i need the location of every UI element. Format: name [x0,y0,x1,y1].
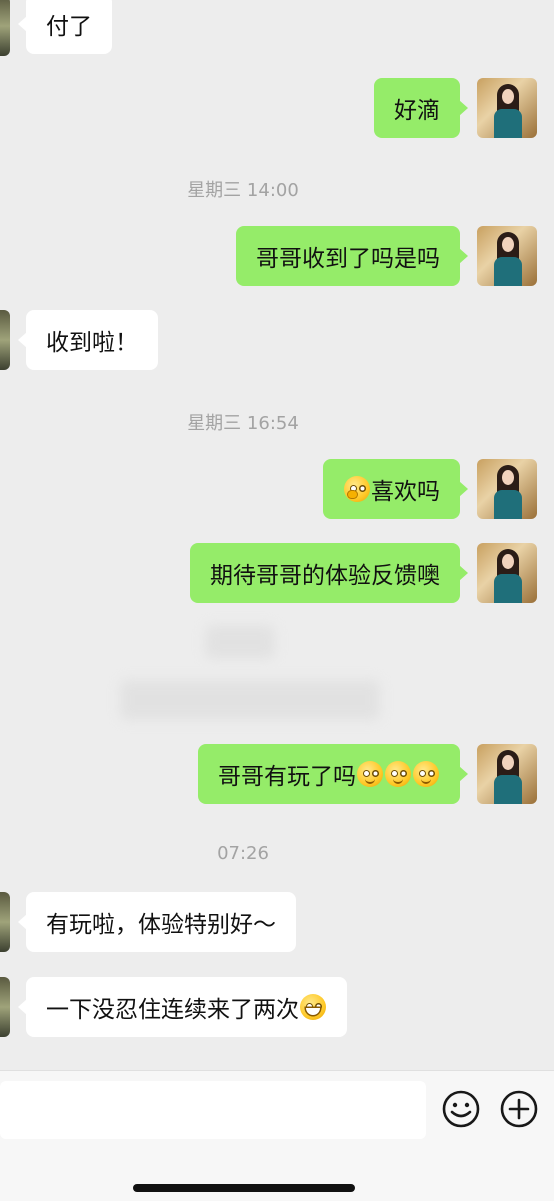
avatar-dress [494,109,522,138]
avatar-face [502,470,514,485]
message-bubble-sent[interactable]: 哥哥有玩了吗 [198,744,468,804]
timestamp: 星期三 14:00 [187,180,299,201]
my-avatar[interactable] [477,78,537,138]
message-text: 付了 [46,14,92,40]
message-bubble-sent[interactable]: 期待哥哥的体验反馈噢 [190,543,468,603]
contact-avatar[interactable] [0,310,10,370]
avatar-dress [494,257,522,286]
message-bubble-sent[interactable]: 喜欢吗 [323,459,468,519]
emoji-button[interactable] [441,1089,481,1129]
contact-avatar[interactable] [0,892,10,952]
avatar-face [502,554,514,569]
message-text: 收到啦！ [46,330,138,356]
grin-emoji-icon [300,994,326,1020]
message-text: 哥哥收到了吗是吗 [256,246,440,272]
message-text: 好滴 [394,98,440,124]
message-text: 一下没忍住连续来了两次 [46,997,299,1023]
contact-avatar[interactable] [0,0,10,56]
message-bubble-sent[interactable]: 哥哥收到了吗是吗 [236,226,468,286]
redacted-area [205,625,275,659]
avatar-dress [494,574,522,603]
smiley-icon [442,1090,480,1128]
avatar-face [502,755,514,770]
message-text: 喜欢吗 [371,479,440,505]
message-bubble-sent[interactable]: 好滴 [374,78,468,138]
my-avatar[interactable] [477,543,537,603]
avatar-dress [494,490,522,519]
message-text: 哥哥有玩了吗 [218,764,356,790]
chat-area[interactable]: 付了 好滴 星期三 14:00 哥哥收到了吗是吗 收到啦！ 星期三 16:54 … [0,0,554,1070]
message-input[interactable] [0,1081,426,1139]
my-avatar[interactable] [477,459,537,519]
timestamp: 07:26 [217,843,269,864]
message-bubble-received[interactable]: 付了 [18,0,112,54]
my-avatar[interactable] [477,226,537,286]
message-text: 有玩啦，体验特别好～ [46,912,276,938]
flushed-emoji-icon [385,761,411,787]
plus-icon [500,1090,538,1128]
input-bar [0,1070,554,1201]
more-button[interactable] [499,1089,539,1129]
avatar-face [502,89,514,104]
wave-emoji-icon [344,476,370,502]
flushed-emoji-icon [357,761,383,787]
avatar-face [502,237,514,252]
contact-avatar[interactable] [0,977,10,1037]
avatar-dress [494,775,522,804]
message-bubble-received[interactable]: 有玩啦，体验特别好～ [18,892,296,952]
redacted-area [120,680,380,720]
my-avatar[interactable] [477,744,537,804]
timestamp: 星期三 16:54 [187,413,299,434]
message-bubble-received[interactable]: 一下没忍住连续来了两次 [18,977,347,1037]
message-bubble-received[interactable]: 收到啦！ [18,310,158,370]
home-indicator[interactable] [133,1184,355,1192]
message-text: 期待哥哥的体验反馈噢 [210,563,440,589]
flushed-emoji-icon [413,761,439,787]
